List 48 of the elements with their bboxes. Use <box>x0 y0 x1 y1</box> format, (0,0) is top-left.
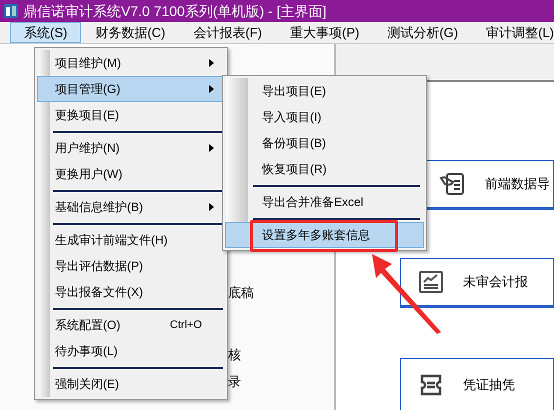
card-label: 凭证抽凭 <box>463 376 515 394</box>
menu-item-label: 导出报备文件(X) <box>55 284 144 301</box>
ticket-icon <box>419 374 443 396</box>
menu-item-label: 项目管理(G) <box>55 81 122 98</box>
document-icon <box>439 172 465 196</box>
panel-text: 底稿 <box>228 284 254 302</box>
menu-item[interactable]: 导出项目(E) <box>225 78 424 104</box>
panel-text: 录 <box>228 373 241 391</box>
menu-item[interactable]: 用户维护(N) <box>37 135 225 161</box>
menu-item[interactable]: 基础信息维护(B) <box>37 194 225 220</box>
menu-item-label: 基础信息维护(B) <box>55 199 144 216</box>
card-label: 未审会计报 <box>463 273 528 292</box>
menu-item[interactable]: 备份项目(B) <box>225 130 424 156</box>
menu-bar-item[interactable]: 审计调整(L) <box>472 22 554 43</box>
menu-item[interactable]: 导出评估数据(P) <box>37 253 225 279</box>
window-title: 鼎信诺审计系统V7.0 7100系列(单机版) - [主界面] <box>23 2 326 21</box>
function-card[interactable]: 未审会计报 <box>400 258 554 308</box>
menu-item-label: 更换用户(W) <box>55 166 124 183</box>
menu-item-label: 导出评估数据(P) <box>55 258 144 275</box>
menu-item[interactable]: 更换用户(W) <box>37 161 225 187</box>
menu-bar-item[interactable]: 重大事项(P) <box>276 22 374 43</box>
menu-item-label: 用户维护(N) <box>55 140 121 157</box>
panel-text: 核 <box>228 346 241 364</box>
menu-item[interactable]: 导出报备文件(X) <box>37 279 225 305</box>
app-icon <box>3 3 19 19</box>
card-label: 前端数据导 <box>485 175 550 194</box>
menu-item[interactable]: 待办事项(L) <box>37 338 225 364</box>
menu-item[interactable]: 导入项目(I) <box>225 104 424 130</box>
menu-bar-item[interactable]: 财务数据(C) <box>81 22 180 43</box>
menu-item[interactable]: 更换项目(E) <box>37 102 225 128</box>
menu-item-label: 生成审计前端文件(H) <box>55 232 169 249</box>
menu-item[interactable]: 强制关闭(E) <box>37 371 225 397</box>
menu-item-label: 项目维护(M) <box>55 55 122 72</box>
menu-bar-item[interactable]: 测试分析(G) <box>373 22 472 43</box>
menu-item[interactable]: 生成审计前端文件(H) <box>37 227 225 253</box>
menu-item[interactable]: 系统配置(O) Ctrl+O <box>37 312 225 338</box>
menu-bar-item[interactable]: 会计报表(F) <box>179 22 276 43</box>
menu-item[interactable]: 项目维护(M) <box>37 50 225 76</box>
menu-bar-item[interactable]: 系统(S) <box>10 22 82 43</box>
menu-item[interactable]: 项目管理(G) <box>37 76 225 102</box>
chart-report-icon <box>419 271 443 293</box>
menu-item-label: 待办事项(L) <box>55 343 119 360</box>
menu-item[interactable]: 设置多年多账套信息 <box>225 222 424 248</box>
menu-item-label: 系统配置(O) <box>55 317 122 334</box>
shortcut-text: Ctrl+O <box>170 318 202 333</box>
function-card[interactable]: 凭证抽凭 <box>400 358 554 410</box>
menu-item-label: 强制关闭(E) <box>55 376 120 393</box>
menu-item-label: 更换项目(E) <box>55 107 120 124</box>
